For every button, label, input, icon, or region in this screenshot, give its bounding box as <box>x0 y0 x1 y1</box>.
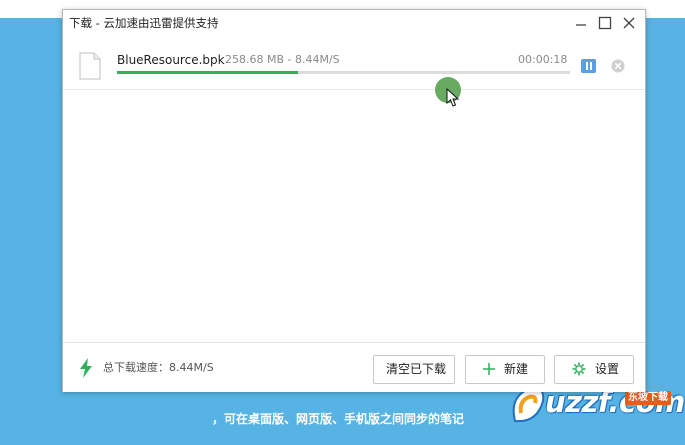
minimize-icon[interactable] <box>573 15 589 31</box>
file-name: BlueResource.bpk <box>117 53 225 67</box>
new-download-label: 新建 <box>504 362 529 376</box>
window-title: 下载 - 云加速由迅雷提供支持 <box>69 16 219 30</box>
total-speed-label: 总下载速度：8.44M/S <box>103 361 214 374</box>
download-window: 下载 - 云加速由迅雷提供支持 BlueResource.bpk 258.68 … <box>62 9 646 392</box>
lightning-icon <box>80 358 92 378</box>
download-task-row[interactable]: BlueResource.bpk 258.68 MB - 8.44M/S 00:… <box>63 39 645 90</box>
plus-icon <box>483 363 495 375</box>
pause-icon-bar <box>590 62 592 70</box>
footer-bar: 总下载速度：8.44M/S 清空已下载 新建 设置 <box>63 342 645 392</box>
close-icon[interactable] <box>621 15 637 31</box>
clear-downloaded-button[interactable]: 清空已下载 <box>373 355 455 384</box>
file-size-speed: 258.68 MB - 8.44M/S <box>225 53 340 66</box>
clear-downloaded-label: 清空已下载 <box>386 362 447 376</box>
document-icon <box>79 52 101 80</box>
progress-bar <box>117 71 570 74</box>
mouse-cursor-icon <box>446 88 460 107</box>
maximize-icon[interactable] <box>597 15 613 31</box>
pause-icon <box>586 62 588 70</box>
watermark-tag: 东坡下载 <box>625 391 671 405</box>
settings-button[interactable]: 设置 <box>554 355 634 384</box>
pause-button[interactable] <box>581 59 596 73</box>
time-remaining: 00:00:18 <box>518 53 568 66</box>
gear-icon <box>572 362 586 376</box>
settings-label: 设置 <box>595 362 620 376</box>
cancel-icon[interactable] <box>611 59 625 73</box>
title-bar[interactable]: 下载 - 云加速由迅雷提供支持 <box>63 10 645 37</box>
progress-fill <box>117 71 299 74</box>
background-caption: ，可在桌面版、网页版、手机版之间同步的笔记 <box>212 412 465 426</box>
new-download-button[interactable]: 新建 <box>465 355 545 384</box>
